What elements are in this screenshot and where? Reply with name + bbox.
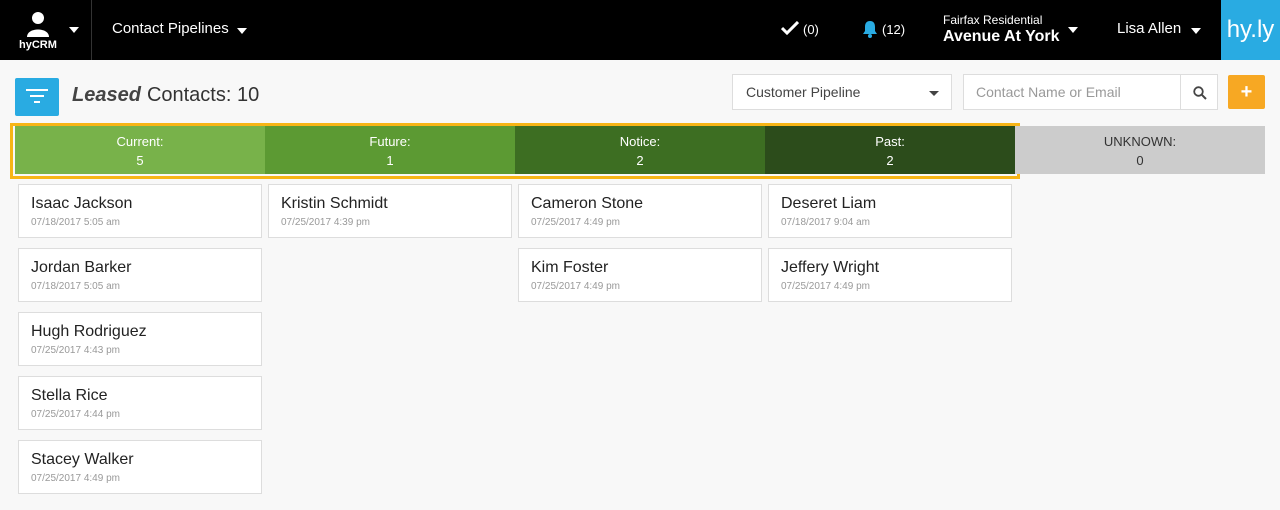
stage-unknown[interactable]: UNKNOWN: 0 [1015, 126, 1265, 174]
chevron-down-icon [237, 28, 247, 34]
contact-name: Deseret Liam [781, 195, 877, 212]
nav-label: Contact Pipelines [112, 20, 229, 37]
contact-date: 07/25/2017 4:43 pm [31, 345, 120, 356]
stage-notice[interactable]: Notice: 2 [515, 126, 765, 174]
contact-date: 07/25/2017 4:49 pm [781, 281, 870, 292]
contact-name: Kristin Schmidt [281, 195, 388, 212]
contact-date: 07/18/2017 5:05 am [31, 217, 120, 228]
contact-name: Hugh Rodriguez [31, 323, 147, 340]
user-name: Lisa Allen [1117, 20, 1182, 37]
contact-card[interactable]: Isaac Jackson 07/18/2017 5:05 am [18, 184, 262, 238]
contact-name: Stella Rice [31, 387, 108, 404]
stage-name: UNKNOWN: [1103, 134, 1177, 149]
stage-count: 2 [886, 153, 894, 168]
contact-card[interactable]: Jeffery Wright 07/25/2017 4:49 pm [768, 248, 1012, 302]
user-menu[interactable]: Lisa Allen [1117, 20, 1201, 37]
chevron-down-icon [1191, 28, 1201, 34]
property-name: Avenue At York [943, 28, 1060, 45]
stage-past[interactable]: Past: 2 [765, 126, 1015, 174]
filter-icon [26, 89, 48, 91]
contact-name: Kim Foster [531, 259, 609, 276]
checkmark-icon [781, 21, 799, 35]
stage-name: Current: [116, 134, 164, 149]
user-icon [27, 12, 49, 37]
stage-count: 0 [1136, 153, 1144, 168]
stage-name: Future: [369, 134, 411, 149]
hyly-logo[interactable]: hy.ly [1221, 0, 1280, 60]
contact-name: Isaac Jackson [31, 195, 133, 212]
contact-name: Cameron Stone [531, 195, 644, 212]
chevron-down-icon [69, 27, 79, 33]
contact-name: Jeffery Wright [781, 259, 880, 276]
contact-card[interactable]: Cameron Stone 07/25/2017 4:49 pm [518, 184, 762, 238]
contact-date: 07/25/2017 4:44 pm [31, 409, 120, 420]
stage-future[interactable]: Future: 1 [265, 126, 515, 174]
contact-name: Stacey Walker [31, 451, 134, 468]
contact-card[interactable]: Stacey Walker 07/25/2017 4:49 pm [18, 440, 262, 494]
property-company: Fairfax Residential [943, 13, 1043, 27]
bell-icon [863, 21, 877, 38]
contact-card[interactable]: Hugh Rodriguez 07/25/2017 4:43 pm [18, 312, 262, 366]
notifications-count: (12) [882, 22, 906, 37]
stage-name: Notice: [619, 134, 661, 149]
contacts-label: Contacts: [146, 84, 232, 106]
chevron-down-icon [1068, 27, 1078, 33]
contact-card[interactable]: Stella Rice 07/25/2017 4:44 pm [18, 376, 262, 430]
stage-count: 5 [136, 153, 144, 168]
contact-name: Jordan Barker [31, 259, 132, 276]
chevron-down-icon [929, 91, 939, 96]
contact-date: 07/18/2017 5:05 am [31, 281, 120, 292]
contact-search-input[interactable] [963, 74, 1181, 110]
contact-card[interactable]: Deseret Liam 07/18/2017 9:04 am [768, 184, 1012, 238]
filter-button[interactable] [15, 78, 59, 116]
status-label: Leased [72, 84, 141, 106]
filter-icon-line [34, 101, 40, 103]
page-title: Leased Contacts: 10 [72, 84, 259, 107]
filter-icon-line [30, 95, 44, 97]
contact-date: 07/25/2017 4:49 pm [531, 281, 620, 292]
add-contact-button[interactable]: + [1228, 75, 1265, 109]
contact-date: 07/25/2017 4:39 pm [281, 217, 370, 228]
nav-contact-pipelines[interactable]: Contact Pipelines [112, 20, 247, 37]
pipeline-select[interactable]: Customer Pipeline [732, 74, 952, 110]
stage-name: Past: [875, 134, 905, 149]
tasks-count: (0) [803, 22, 819, 37]
contact-card[interactable]: Kim Foster 07/25/2017 4:49 pm [518, 248, 762, 302]
stage-count: 2 [636, 153, 644, 168]
contact-date: 07/18/2017 9:04 am [781, 217, 870, 228]
stage-current[interactable]: Current: 5 [15, 126, 265, 174]
property-switcher[interactable]: Fairfax Residential Avenue At York [943, 13, 1078, 46]
contact-date: 07/25/2017 4:49 pm [31, 473, 120, 484]
contact-card[interactable]: Jordan Barker 07/18/2017 5:05 am [18, 248, 262, 302]
search-icon [1193, 86, 1207, 100]
pipeline-select-value: Customer Pipeline [746, 84, 861, 100]
app-menu[interactable]: hyCRM [0, 0, 92, 60]
app-name: hyCRM [19, 39, 57, 51]
contacts-count: 10 [236, 84, 260, 106]
contact-date: 07/25/2017 4:49 pm [531, 217, 620, 228]
stage-count: 1 [386, 153, 394, 168]
top-navbar: hyCRM Contact Pipelines (0) (12) Fairfax… [0, 0, 1280, 60]
search-button[interactable] [1180, 74, 1218, 110]
contact-card[interactable]: Kristin Schmidt 07/25/2017 4:39 pm [268, 184, 512, 238]
